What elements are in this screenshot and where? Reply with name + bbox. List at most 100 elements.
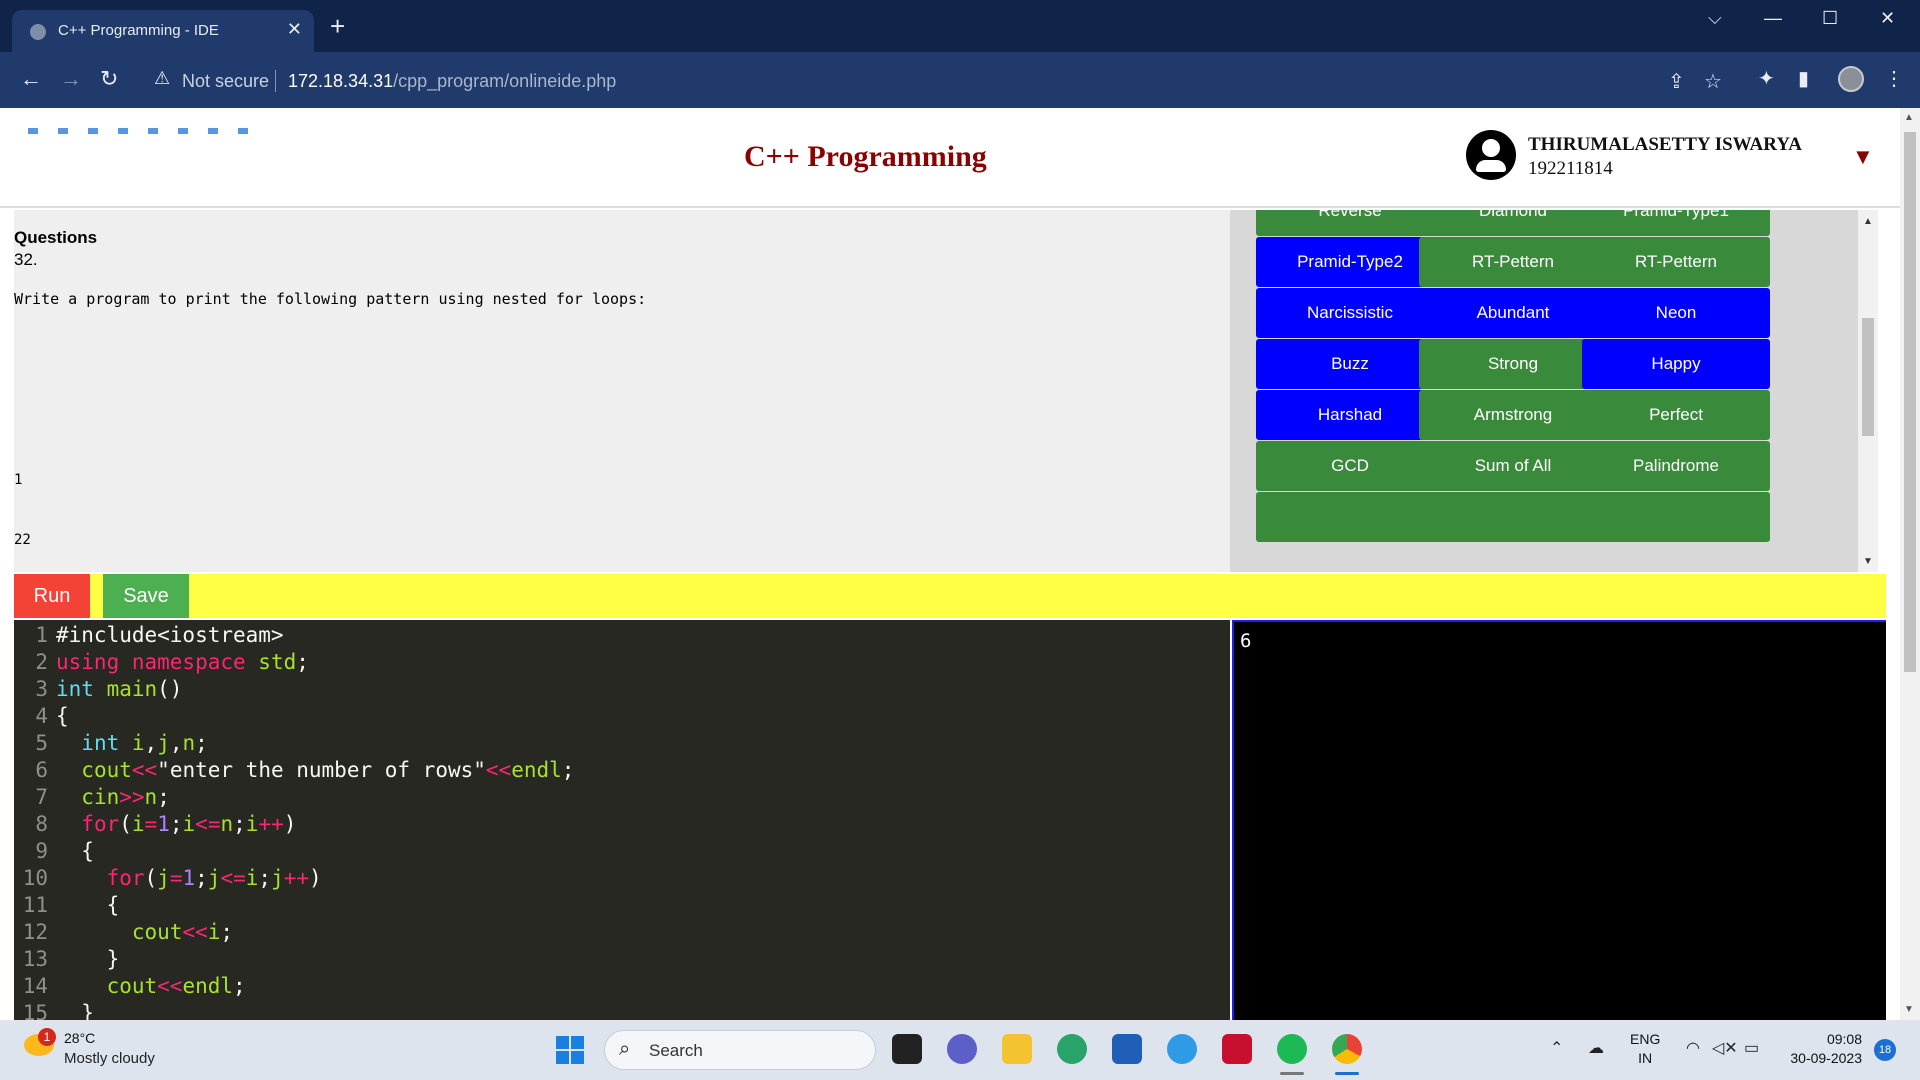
code-line[interactable]: 4{ bbox=[14, 703, 68, 730]
reload-icon[interactable]: ↻ bbox=[100, 66, 118, 92]
code-token: ( bbox=[119, 812, 132, 836]
scroll-up-icon[interactable]: ▲ bbox=[1863, 216, 1873, 227]
problem-list-scrollbar[interactable]: ▲ ▼ bbox=[1858, 210, 1878, 572]
teams-chat-icon[interactable] bbox=[947, 1034, 977, 1064]
code-editor[interactable]: 1 #include<iostream> 2 using namespace std;… bbox=[14, 620, 1230, 1020]
problem-button[interactable]: Perfect bbox=[1582, 390, 1770, 440]
edge-browser-icon[interactable] bbox=[1057, 1034, 1087, 1064]
security-label[interactable]: Not secure bbox=[182, 71, 269, 92]
code-line[interactable]: 8 for(i=1;i<=n;i++) bbox=[14, 811, 296, 838]
problem-button[interactable]: Armstrong bbox=[1419, 390, 1607, 440]
problem-button[interactable]: Happy bbox=[1582, 339, 1770, 389]
language-indicator[interactable]: ENG IN bbox=[1630, 1030, 1660, 1068]
output-console[interactable]: 6 bbox=[1232, 620, 1886, 1020]
code-token: i bbox=[207, 920, 221, 944]
problem-button[interactable]: Sum of All bbox=[1419, 441, 1607, 491]
close-window-icon[interactable]: ✕ bbox=[1880, 8, 1895, 29]
save-button[interactable]: Save bbox=[103, 574, 189, 618]
problem-button[interactable]: Abundant bbox=[1419, 288, 1607, 338]
scroll-down-icon[interactable]: ▼ bbox=[1904, 1004, 1914, 1015]
tab-search-icon[interactable]: ⌵ bbox=[1708, 8, 1722, 29]
mcafee-icon[interactable] bbox=[1222, 1034, 1252, 1064]
taskbar-search[interactable]: ⌕ Search bbox=[604, 1030, 876, 1070]
code-line[interactable]: 1 #include<iostream> bbox=[14, 622, 283, 649]
browser-tab[interactable]: C++ Programming - IDE ✕ bbox=[12, 10, 314, 52]
code-token: endl bbox=[511, 758, 562, 782]
side-panel-icon[interactable]: ▮ bbox=[1798, 66, 1809, 91]
code-line[interactable]: 5 int i,j,n; bbox=[14, 730, 207, 757]
code-line[interactable]: 14 cout<<endl; bbox=[14, 973, 246, 1000]
new-tab-button[interactable]: + bbox=[330, 13, 345, 39]
code-line[interactable]: 11 { bbox=[14, 892, 120, 919]
task-view-icon[interactable] bbox=[892, 1034, 922, 1064]
code-token: { bbox=[56, 893, 120, 917]
problem-button-partial[interactable] bbox=[1582, 492, 1770, 542]
code-token: ; bbox=[157, 785, 170, 809]
back-icon[interactable]: ← bbox=[20, 66, 42, 92]
problem-button[interactable]: Neon bbox=[1582, 288, 1770, 338]
code-line[interactable]: 6 cout<<"enter the number of rows"<<endl… bbox=[14, 757, 574, 784]
address-bar[interactable]: ⚠ Not secure 172.18.34.31/cpp_program/on… bbox=[142, 60, 1742, 100]
bookmark-star-icon[interactable]: ☆ bbox=[1704, 69, 1722, 94]
problem-button[interactable]: Narcissistic bbox=[1256, 288, 1444, 338]
code-line[interactable]: 9 { bbox=[14, 838, 94, 865]
url-host: 172.18.34.31 bbox=[288, 71, 394, 91]
scroll-down-icon[interactable]: ▼ bbox=[1863, 556, 1873, 567]
minimize-icon[interactable]: — bbox=[1764, 8, 1782, 29]
tab-close-icon[interactable]: ✕ bbox=[287, 19, 302, 40]
helper-app-icon[interactable] bbox=[1167, 1034, 1197, 1064]
problem-button[interactable]: Strong bbox=[1419, 339, 1607, 389]
battery-icon[interactable]: ▭ bbox=[1744, 1038, 1759, 1058]
code-line[interactable]: 3 int main() bbox=[14, 676, 182, 703]
url-text[interactable]: 172.18.34.31/cpp_program/onlineide.php bbox=[288, 71, 616, 92]
problem-button[interactable]: Harshad bbox=[1256, 390, 1444, 440]
code-token: j bbox=[157, 731, 170, 755]
code-line[interactable]: 2 using namespace std; bbox=[14, 649, 309, 676]
weather-badge: 1 bbox=[38, 1028, 56, 1046]
start-windows-icon[interactable] bbox=[556, 1036, 584, 1064]
microsoft-store-icon[interactable] bbox=[1112, 1034, 1142, 1064]
code-line[interactable]: 13 } bbox=[14, 946, 120, 973]
more-menu-icon[interactable]: ⋮ bbox=[1884, 66, 1904, 91]
line-number: 2 bbox=[35, 650, 48, 674]
problem-button[interactable]: Reverse bbox=[1256, 210, 1444, 236]
user-menu-caret-icon[interactable]: ▼ bbox=[1852, 144, 1874, 170]
problem-button[interactable]: Pramid-Type1 bbox=[1582, 210, 1770, 236]
problem-button[interactable]: RT-Pettern bbox=[1582, 237, 1770, 287]
notification-badge[interactable]: 18 bbox=[1874, 1039, 1896, 1061]
profile-avatar-icon[interactable] bbox=[1838, 66, 1864, 92]
problem-button[interactable]: Pramid-Type2 bbox=[1256, 237, 1444, 287]
problem-button[interactable]: RT-Pettern bbox=[1419, 237, 1607, 287]
code-line[interactable]: 12 cout<<i; bbox=[14, 919, 233, 946]
user-avatar-icon[interactable] bbox=[1466, 130, 1516, 180]
extensions-icon[interactable]: ✦ bbox=[1758, 66, 1775, 91]
chrome-icon[interactable] bbox=[1332, 1034, 1362, 1064]
forward-icon[interactable]: → bbox=[60, 66, 82, 92]
spotify-icon[interactable] bbox=[1277, 1034, 1307, 1064]
code-line[interactable]: 10 for(j=1;j<=i;j++) bbox=[14, 865, 322, 892]
code-line[interactable]: 7 cin>>n; bbox=[14, 784, 170, 811]
onedrive-cloud-icon[interactable]: ☁ bbox=[1588, 1038, 1604, 1058]
code-token: j bbox=[157, 866, 170, 890]
wifi-icon[interactable]: ◠ bbox=[1686, 1038, 1700, 1058]
volume-muted-icon[interactable]: ◁✕ bbox=[1712, 1038, 1738, 1058]
system-clock[interactable]: 09:08 30-09-2023 bbox=[1780, 1030, 1862, 1068]
line-number: 14 bbox=[22, 974, 48, 998]
show-hidden-icons-icon[interactable]: ⌃ bbox=[1550, 1038, 1563, 1058]
problem-button[interactable]: Diamond bbox=[1419, 210, 1607, 236]
run-button[interactable]: Run bbox=[14, 574, 90, 618]
problem-scroll-thumb[interactable] bbox=[1862, 318, 1874, 436]
page-scrollbar[interactable]: ▲ ▼ bbox=[1900, 108, 1920, 1020]
code-line[interactable]: 15 } bbox=[14, 1000, 94, 1020]
page-scroll-thumb[interactable] bbox=[1904, 132, 1916, 672]
problem-button[interactable]: GCD bbox=[1256, 441, 1444, 491]
warning-icon[interactable]: ⚠ bbox=[154, 68, 170, 89]
problem-button[interactable]: Palindrome bbox=[1582, 441, 1770, 491]
scroll-up-icon[interactable]: ▲ bbox=[1904, 112, 1914, 123]
problem-button-partial[interactable] bbox=[1256, 492, 1444, 542]
maximize-icon[interactable]: ☐ bbox=[1822, 8, 1838, 29]
problem-button-partial[interactable] bbox=[1419, 492, 1607, 542]
share-icon[interactable]: ⇪ bbox=[1668, 69, 1685, 94]
problem-button[interactable]: Buzz bbox=[1256, 339, 1444, 389]
file-explorer-icon[interactable] bbox=[1002, 1034, 1032, 1064]
